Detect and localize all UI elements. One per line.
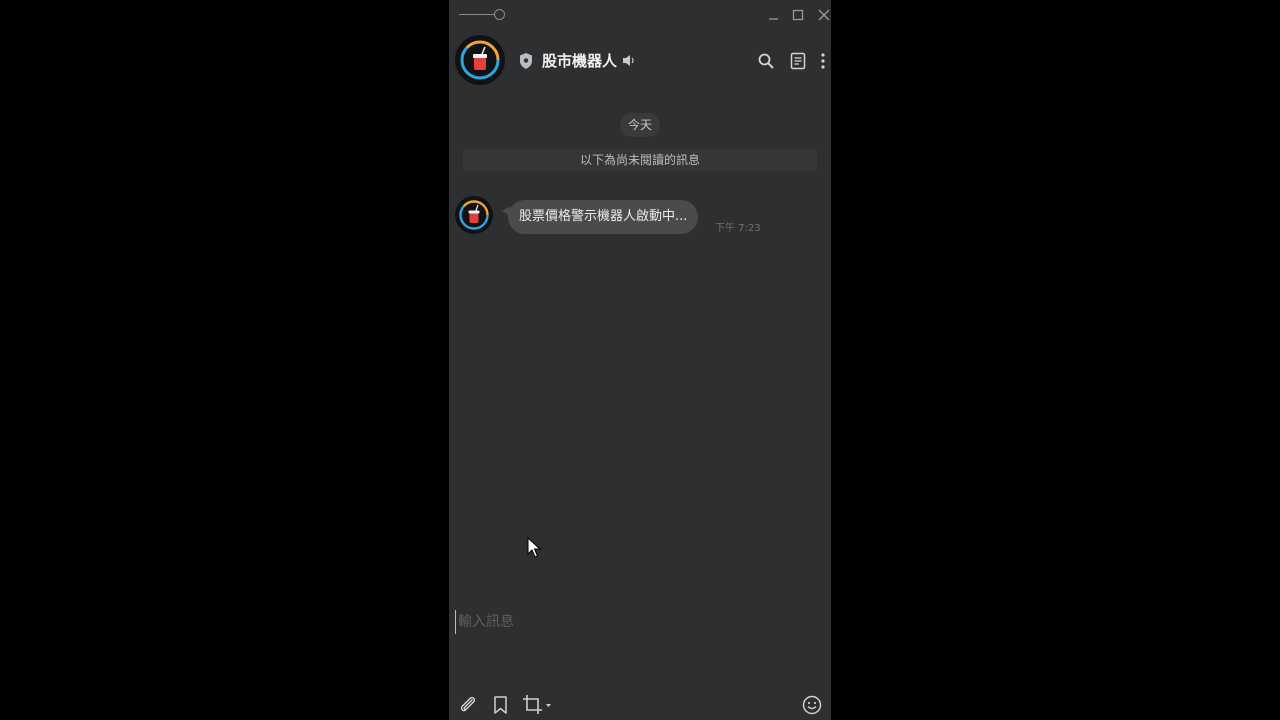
more-icon[interactable] [818, 51, 828, 71]
minimize-icon[interactable] [766, 7, 782, 23]
close-icon[interactable] [816, 7, 831, 23]
message-timestamp: 下午 7:23 [715, 223, 761, 234]
chat-window: 股市機器人 今天 以下為尚未閱讀的訊息 股票價格警示機器人啟動中... 下午 7… [449, 0, 831, 720]
mouse-cursor-icon [527, 536, 542, 559]
unread-divider: 以下為尚未閱讀的訊息 [463, 149, 817, 171]
maximize-icon[interactable] [790, 7, 806, 23]
pin-slider-knob[interactable] [494, 9, 505, 20]
robot-cup-avatar[interactable] [455, 35, 505, 85]
message-input[interactable] [455, 610, 826, 634]
message-bubble[interactable]: 股票價格警示機器人啟動中... [508, 200, 699, 234]
pin-slider-icon[interactable] [459, 9, 505, 21]
pin-slider-track [459, 14, 495, 15]
search-icon[interactable] [756, 51, 776, 71]
chat-header: 股市機器人 [449, 30, 831, 92]
date-separator: 今天 [620, 113, 660, 137]
attach-icon[interactable] [457, 694, 479, 716]
chat-title[interactable]: 股市機器人 [542, 50, 617, 71]
title-bar [449, 0, 831, 30]
notes-icon[interactable] [788, 51, 808, 71]
robot-cup-avatar[interactable] [455, 196, 493, 234]
speaker-icon[interactable] [621, 53, 637, 68]
bookmark-icon[interactable] [490, 694, 512, 716]
crop-icon[interactable] [522, 694, 554, 716]
composer [449, 600, 831, 720]
emoji-icon[interactable] [801, 694, 823, 716]
shield-icon [518, 52, 534, 70]
